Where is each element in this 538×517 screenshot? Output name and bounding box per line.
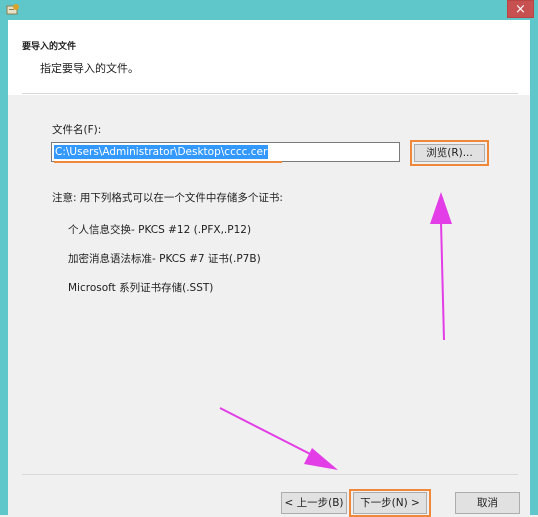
- format-item-p7b: 加密消息语法标准- PKCS #7 证书(.P7B): [68, 253, 261, 265]
- header-divider: [22, 93, 518, 94]
- title-bar: ×: [0, 0, 538, 20]
- file-name-value: C:\Users\Administrator\Desktop\cccc.cer: [54, 145, 269, 159]
- file-name-input[interactable]: C:\Users\Administrator\Desktop\cccc.cer: [51, 142, 400, 162]
- page-subtitle: 指定要导入的文件。: [40, 62, 139, 75]
- format-item-pfx: 个人信息交换- PKCS #12 (.PFX,.P12): [68, 224, 252, 236]
- back-button[interactable]: < 上一步(B): [281, 492, 347, 514]
- window-frame-left: [0, 20, 8, 515]
- wizard-header: [8, 20, 530, 95]
- cancel-button[interactable]: 取消: [455, 492, 520, 514]
- footer-divider: [22, 474, 518, 475]
- certificate-wizard-icon: [6, 4, 19, 15]
- file-name-label: 文件名(F):: [52, 124, 102, 136]
- window-frame-right: [530, 20, 538, 515]
- note-text: 注意: 用下列格式可以在一个文件中存储多个证书:: [52, 192, 283, 204]
- next-button[interactable]: 下一步(N) >: [353, 492, 427, 514]
- close-button[interactable]: ×: [507, 0, 534, 18]
- page-title: 要导入的文件: [22, 42, 77, 52]
- format-item-sst: Microsoft 系列证书存储(.SST): [68, 282, 214, 294]
- browse-button[interactable]: 浏览(R)...: [414, 144, 485, 162]
